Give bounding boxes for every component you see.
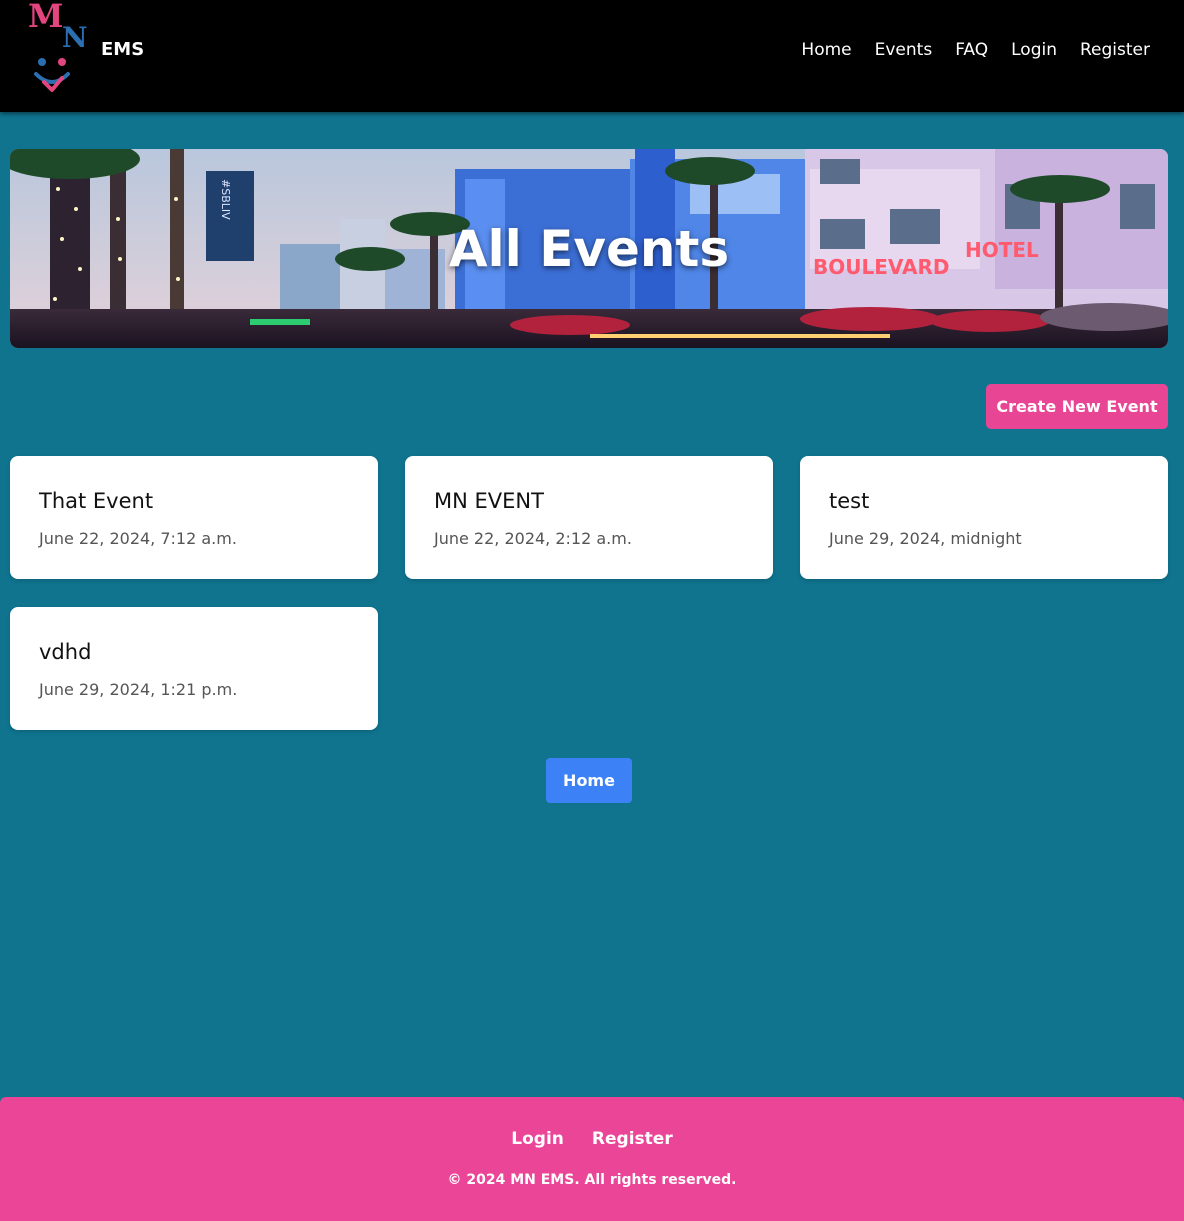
- event-title: MN EVENT: [434, 489, 544, 513]
- create-new-event-button[interactable]: Create New Event: [986, 384, 1168, 429]
- main-nav: Home Events FAQ Login Register: [778, 38, 1150, 62]
- event-card[interactable]: vdhd June 29, 2024, 1:21 p.m.: [10, 607, 378, 730]
- footer-links: Login Register: [0, 1127, 1184, 1151]
- event-date: June 29, 2024, midnight: [829, 529, 1022, 548]
- page-title: All Events: [448, 220, 730, 278]
- footer-link-register[interactable]: Register: [592, 1127, 673, 1151]
- event-title: That Event: [39, 489, 154, 513]
- logo-letter-n: N: [62, 21, 88, 54]
- mn-logo[interactable]: M N: [26, 0, 90, 98]
- logo-letter-m: M: [28, 0, 64, 35]
- hero-banner: BOULEVARD HOTEL #SBLIV All Events: [10, 149, 1168, 348]
- nav-link-register[interactable]: Register: [1080, 38, 1150, 62]
- event-title: test: [829, 489, 870, 513]
- nav-link-faq[interactable]: FAQ: [955, 38, 988, 62]
- event-card[interactable]: test June 29, 2024, midnight: [800, 456, 1168, 579]
- footer: Login Register © 2024 MN EMS. All rights…: [0, 1097, 1184, 1221]
- top-navbar: M N EMS Home Events FAQ Login Register: [0, 0, 1184, 112]
- event-title: vdhd: [39, 640, 92, 664]
- nav-link-login[interactable]: Login: [1011, 38, 1057, 62]
- brand-name[interactable]: EMS: [101, 38, 144, 62]
- banner-sign-text: #SBLIV: [219, 179, 232, 220]
- smiley-face-icon: [34, 58, 70, 92]
- copyright-text: © 2024 MN EMS. All rights reserved.: [447, 1172, 737, 1188]
- event-date: June 22, 2024, 2:12 a.m.: [434, 529, 632, 548]
- footer-link-login[interactable]: Login: [511, 1127, 564, 1151]
- event-date: June 22, 2024, 7:12 a.m.: [39, 529, 237, 548]
- home-button[interactable]: Home: [546, 758, 632, 803]
- event-date: June 29, 2024, 1:21 p.m.: [39, 680, 238, 699]
- nav-link-home[interactable]: Home: [801, 38, 851, 62]
- event-card[interactable]: That Event June 22, 2024, 7:12 a.m.: [10, 456, 378, 579]
- event-card[interactable]: MN EVENT June 22, 2024, 2:12 a.m.: [405, 456, 773, 579]
- nav-link-events[interactable]: Events: [875, 38, 933, 62]
